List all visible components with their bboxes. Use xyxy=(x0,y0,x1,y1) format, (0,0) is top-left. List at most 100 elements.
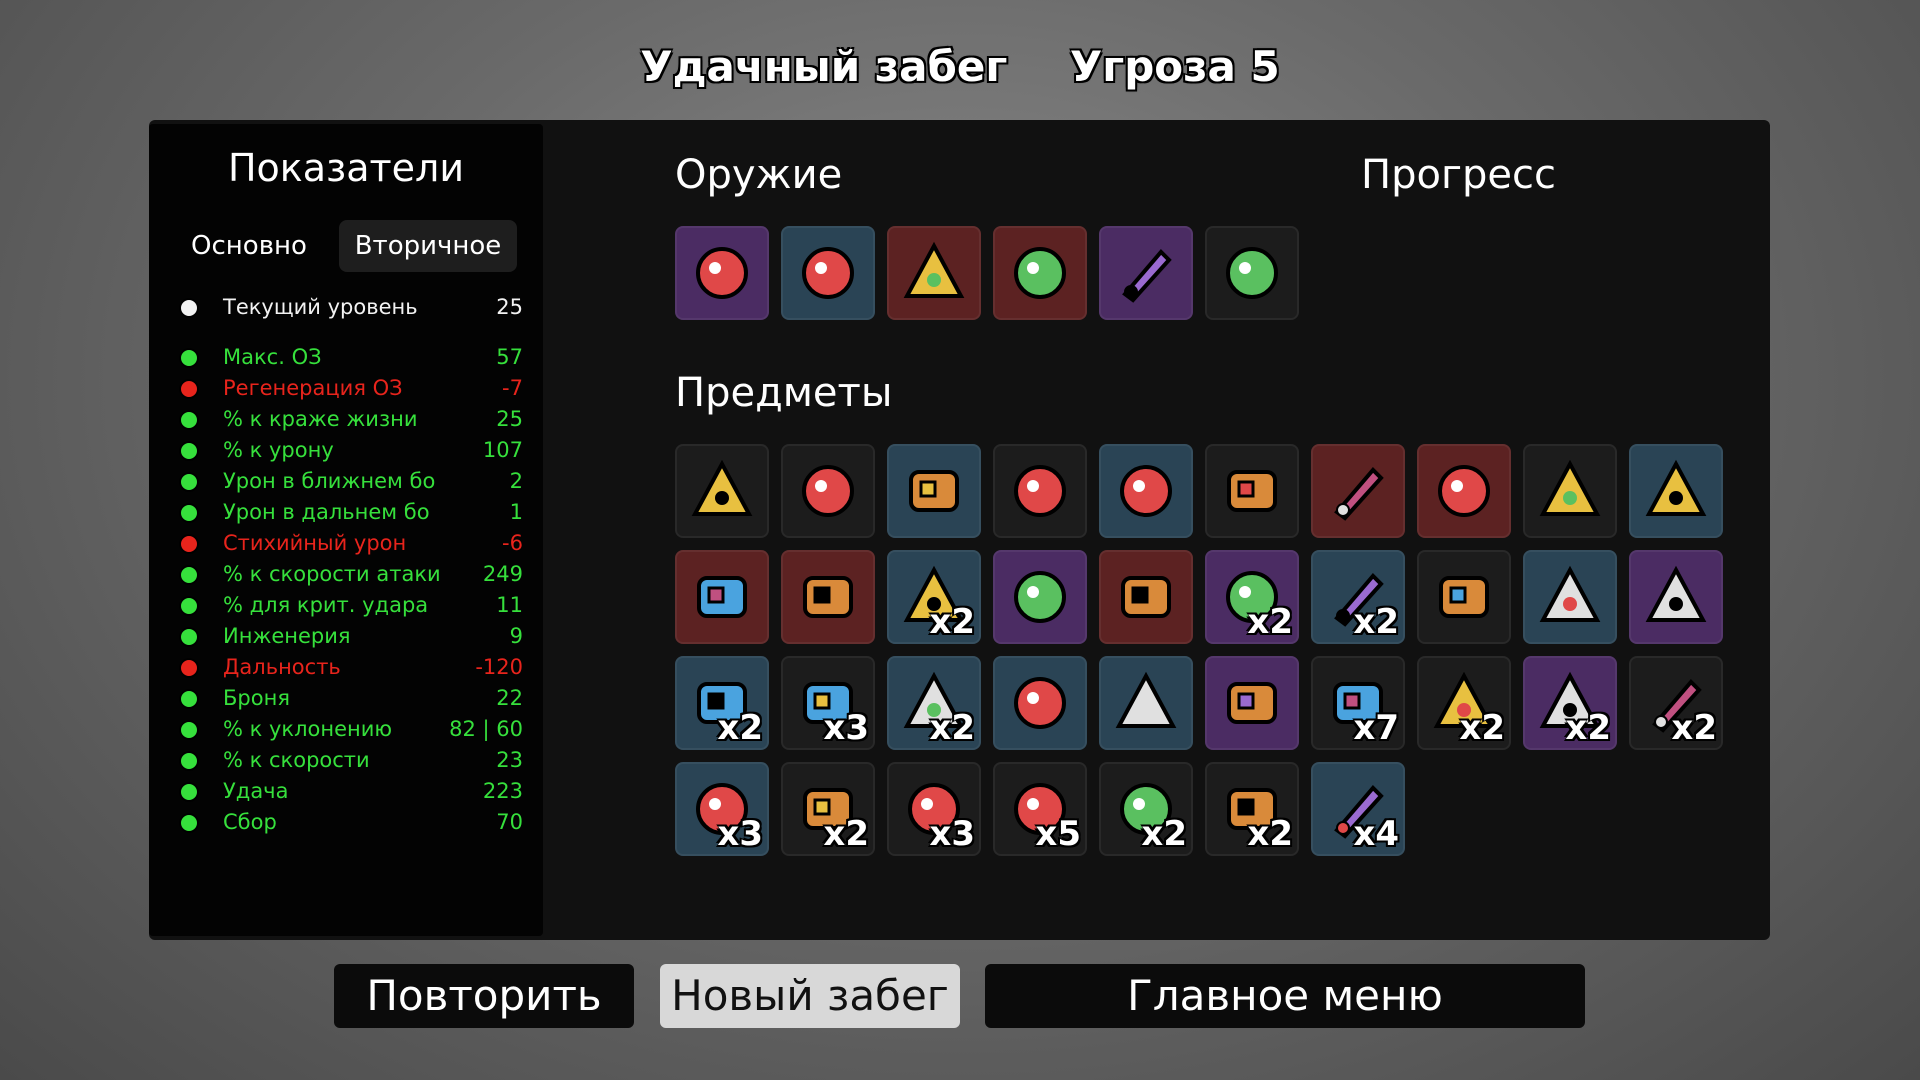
run-result-title: Удачный забег xyxy=(640,42,1008,91)
item-slot[interactable] xyxy=(1099,550,1193,644)
stat-value: 223 xyxy=(482,779,523,803)
item-quantity: x4 xyxy=(1353,814,1399,854)
stats-title: Показатели xyxy=(227,146,465,190)
item-slot[interactable] xyxy=(993,656,1087,750)
item-slot[interactable]: x7 xyxy=(1311,656,1405,750)
item-slot[interactable] xyxy=(675,550,769,644)
stat-row: Инженерия 9 xyxy=(177,621,523,652)
stat-value: 1 xyxy=(509,500,523,524)
weapon-slot[interactable] xyxy=(1099,226,1193,320)
progress-title: Прогресс xyxy=(1361,152,1556,198)
item-quantity: x2 xyxy=(1247,814,1293,854)
item-slot[interactable] xyxy=(1523,444,1617,538)
item-quantity: x3 xyxy=(717,814,763,854)
stat-label: Сбор xyxy=(223,810,277,834)
stat-label: % для крит. удара xyxy=(223,593,429,617)
item-slot[interactable]: x2 xyxy=(1205,762,1299,856)
stat-value: 2 xyxy=(509,469,523,493)
item-slot[interactable] xyxy=(1099,444,1193,538)
stat-value: 25 xyxy=(496,407,523,431)
stat-label: Текущий уровень xyxy=(223,295,418,319)
stat-row: % к скорости 23 xyxy=(177,745,523,776)
tab-main-stats[interactable]: Основно xyxy=(174,220,324,272)
item-slot[interactable] xyxy=(1205,656,1299,750)
item-slot[interactable] xyxy=(1311,444,1405,538)
stat-label: % к уклонению xyxy=(223,717,393,741)
item-slot[interactable] xyxy=(1205,444,1299,538)
item-slot[interactable] xyxy=(993,550,1087,644)
item-slot[interactable] xyxy=(1099,656,1193,750)
stat-label: % к скорости атаки xyxy=(223,562,441,586)
item-slot[interactable]: x2 xyxy=(887,656,981,750)
item-slot[interactable]: x2 xyxy=(1417,656,1511,750)
stat-label: Удача xyxy=(223,779,289,803)
stat-value: 23 xyxy=(496,748,523,772)
stat-row: Стихийный урон -6 xyxy=(177,528,523,559)
retry-button[interactable]: Повторить xyxy=(334,964,634,1028)
stat-value: -6 xyxy=(502,531,523,555)
stat-value: 25 xyxy=(496,295,523,319)
item-slot[interactable]: x5 xyxy=(993,762,1087,856)
wrench-icon xyxy=(177,625,201,649)
main-menu-button[interactable]: Главное меню xyxy=(985,964,1585,1028)
item-slot[interactable] xyxy=(887,444,981,538)
item-slot[interactable]: x4 xyxy=(1311,762,1405,856)
weapon-slot[interactable] xyxy=(887,226,981,320)
stat-value: 249 xyxy=(482,562,523,586)
weapon-slot[interactable] xyxy=(675,226,769,320)
weapon-slot[interactable] xyxy=(993,226,1087,320)
range-waves-icon xyxy=(177,656,201,680)
stat-row: % к уклонению 82 | 60 xyxy=(177,714,523,745)
item-quantity: x2 xyxy=(1459,708,1505,748)
item-quantity: x3 xyxy=(823,708,869,748)
stat-row: Удача 223 xyxy=(177,776,523,807)
stat-row: Броня 22 xyxy=(177,683,523,714)
stat-value: 107 xyxy=(482,438,523,462)
stat-row: Сбор 70 xyxy=(177,807,523,838)
item-slot[interactable] xyxy=(1523,550,1617,644)
item-slot[interactable]: x2 xyxy=(1311,550,1405,644)
weapons-title: Оружие xyxy=(675,152,843,198)
item-slot[interactable] xyxy=(1417,550,1511,644)
stat-value: 70 xyxy=(496,810,523,834)
item-slot[interactable]: x2 xyxy=(1629,656,1723,750)
item-slot[interactable]: x2 xyxy=(1099,762,1193,856)
stat-value: 11 xyxy=(496,593,523,617)
item-slot[interactable]: x2 xyxy=(781,762,875,856)
item-slot[interactable] xyxy=(1629,444,1723,538)
fangs-icon xyxy=(177,408,201,432)
weapon-slot[interactable] xyxy=(781,226,875,320)
item-slot[interactable]: x3 xyxy=(781,656,875,750)
item-quantity: x2 xyxy=(1671,708,1717,748)
item-slot[interactable]: x2 xyxy=(887,550,981,644)
item-slot[interactable]: x2 xyxy=(1205,550,1299,644)
weapon-slot[interactable] xyxy=(1205,226,1299,320)
item-slot[interactable]: x3 xyxy=(887,762,981,856)
stats-panel: Показатели Основно Вторичное Текущий уро… xyxy=(149,124,543,936)
stat-value: -120 xyxy=(475,655,523,679)
item-quantity: x2 xyxy=(929,708,975,748)
stat-row: % для крит. удара 11 xyxy=(177,590,523,621)
item-slot[interactable]: x3 xyxy=(675,762,769,856)
shield-icon xyxy=(177,687,201,711)
item-quantity: x2 xyxy=(1565,708,1611,748)
item-slot[interactable] xyxy=(993,444,1087,538)
item-slot[interactable] xyxy=(781,444,875,538)
fire-icon xyxy=(177,532,201,556)
stat-row: Макс. ОЗ 57 xyxy=(177,342,523,373)
item-quantity: x5 xyxy=(1035,814,1081,854)
item-slot[interactable] xyxy=(781,550,875,644)
item-slot[interactable] xyxy=(1417,444,1511,538)
item-quantity: x2 xyxy=(929,602,975,642)
item-slot[interactable]: x2 xyxy=(675,656,769,750)
tab-secondary-stats[interactable]: Вторичное xyxy=(339,220,517,272)
stat-value: 9 xyxy=(509,624,523,648)
stat-label: Инженерия xyxy=(223,624,351,648)
item-slot[interactable] xyxy=(675,444,769,538)
item-slot[interactable] xyxy=(1629,550,1723,644)
item-quantity: x2 xyxy=(1353,602,1399,642)
item-slot[interactable]: x2 xyxy=(1523,656,1617,750)
new-run-button[interactable]: Новый забег xyxy=(660,964,960,1028)
stat-row: % к скорости атаки 249 xyxy=(177,559,523,590)
harvest-icon xyxy=(177,811,201,835)
